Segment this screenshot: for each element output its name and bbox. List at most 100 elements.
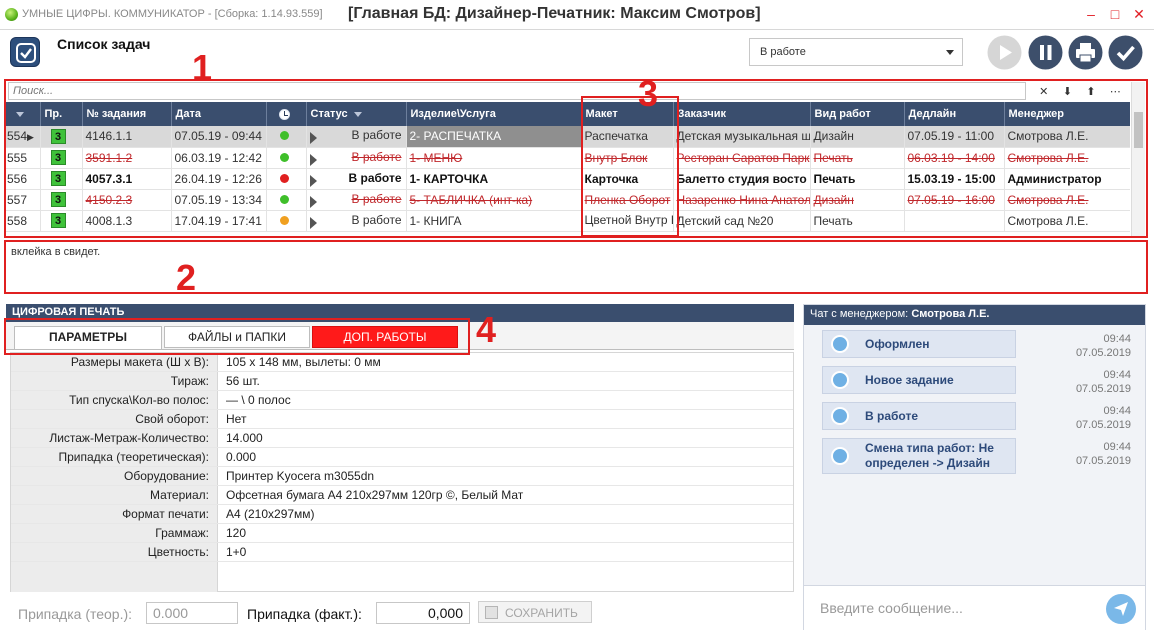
status-cell[interactable]: В работе <box>306 210 407 232</box>
parameter-value: Офсетная бумага А4 210х297мм 120гр ©, Бе… <box>226 488 524 502</box>
annotation-number-2: 2 <box>176 257 197 298</box>
save-label: СОХРАНИТЬ <box>505 606 578 620</box>
work-type-cell: Печать <box>810 168 905 190</box>
parameter-label: Припадка (теоретическая): <box>11 448 218 466</box>
task-number-cell: 4146.1.1 <box>82 126 172 148</box>
task-list-icon[interactable] <box>10 37 40 67</box>
table-row[interactable]: 558 3 4008.1.3 17.04.19 - 17:41 В работе 1- К… <box>6 210 1130 232</box>
fact-input[interactable] <box>376 602 470 624</box>
play-arrow-icon[interactable] <box>309 132 317 145</box>
parameter-label: Оборудование: <box>11 467 218 485</box>
parameter-value: 0.000 <box>226 450 257 464</box>
indicator-cell <box>266 168 307 190</box>
tab-extra-works[interactable]: ДОП. РАБОТЫ <box>312 326 458 348</box>
parameter-row: Цветность: 1+0 <box>11 543 793 562</box>
header-date[interactable]: Дата <box>171 102 267 126</box>
play-arrow-icon[interactable] <box>309 153 317 166</box>
parameter-label: Цветность: <box>11 543 218 561</box>
header-product[interactable]: Изделие\Услуга <box>406 102 582 126</box>
print-button[interactable] <box>1068 35 1103 70</box>
header-customer[interactable]: Заказчик <box>673 102 811 126</box>
row-number: 557 <box>6 189 41 211</box>
play-arrow-icon[interactable] <box>309 195 317 208</box>
product-cell: 5- ТАБЛИЧКА (инт-ка) <box>406 189 582 211</box>
header-manager[interactable]: Менеджер <box>1004 102 1130 126</box>
table-row[interactable]: 555 3 3591.1.2 06.03.19 - 12:42 В работе 1- М… <box>6 147 1130 169</box>
save-button[interactable]: СОХРАНИТЬ <box>478 601 592 623</box>
header-maket[interactable]: Макет <box>581 102 674 126</box>
table-row[interactable]: 557 3 4150.2.3 07.05.19 - 13:34 В работе 5- Т… <box>6 189 1130 211</box>
parameter-row: Граммаж: 120 <box>11 524 793 543</box>
close-button[interactable]: ✕ <box>1130 6 1148 22</box>
play-button[interactable] <box>987 35 1022 70</box>
app-name: УМНЫЕ ЦИФРЫ. КОММУНИКАТОР - [Сборка: 1.1… <box>22 8 323 20</box>
theor-input[interactable] <box>146 602 238 624</box>
header-row-selector[interactable] <box>6 102 41 126</box>
play-arrow-icon[interactable] <box>309 174 317 187</box>
title-bar: УМНЫЕ ЦИФРЫ. КОММУНИКАТОР - [Сборка: 1.1… <box>0 0 1154 30</box>
status-cell[interactable]: В работе <box>306 168 407 190</box>
parameter-row: Тираж: 56 шт. <box>11 372 793 391</box>
search-row: ✕ ⬇ ⬆ ⋯ <box>6 82 1130 100</box>
parameter-label: Свой оборот: <box>11 410 218 428</box>
chat-message-input[interactable]: Введите сообщение... <box>820 600 963 616</box>
send-button[interactable] <box>1106 594 1136 624</box>
minimize-button[interactable]: – <box>1082 6 1100 22</box>
arrow-up-icon[interactable]: ⬆ <box>1086 85 1095 98</box>
product-cell: 2- РАСПЕЧАТКА <box>406 126 582 148</box>
grid-scrollbar[interactable] <box>1131 82 1145 236</box>
row-number-label: 556 <box>7 171 28 186</box>
play-arrow-icon[interactable] <box>309 216 317 229</box>
header-status[interactable]: Статус <box>306 102 407 126</box>
status-dot-icon <box>279 194 289 204</box>
manager-cell: Смотрова Л.Е. <box>1004 210 1130 232</box>
status-cell[interactable]: В работе <box>306 126 407 148</box>
indicator-cell <box>266 147 307 169</box>
tab-files-folders[interactable]: ФАЙЛЫ и ПАПКИ <box>164 326 310 348</box>
maximize-button[interactable]: □ <box>1106 6 1124 22</box>
header-task-number[interactable]: № задания <box>82 102 172 126</box>
indicator-cell <box>266 126 307 148</box>
parameter-label: Тип спуска\Кол-во полос: <box>11 391 218 409</box>
row-number: 558 <box>6 210 41 232</box>
status-cell[interactable]: В работе <box>306 147 407 169</box>
scrollbar-thumb[interactable] <box>1134 112 1143 148</box>
fact-label: Припадка (факт.): <box>247 606 362 622</box>
status-filter-select[interactable]: В работе <box>749 38 963 66</box>
header-work-type[interactable]: Вид работ <box>810 102 905 126</box>
chat-message: Смена типа работ: Не определен -> Дизайн <box>822 438 1016 474</box>
row-number: 556 <box>6 168 41 190</box>
chat-message-text: Новое задание <box>865 372 954 387</box>
row-number-label: 554 <box>7 129 28 144</box>
parameter-label: Листаж-Метраж-Количество: <box>11 429 218 447</box>
clear-icon[interactable]: ✕ <box>1039 85 1048 98</box>
chevron-down-icon <box>16 111 24 117</box>
chat-header: Чат с менеджером: Смотрова Л.Е. <box>804 305 1145 325</box>
header-timer[interactable] <box>266 102 307 126</box>
parameter-label: Формат печати: <box>11 505 218 523</box>
tab-parameters[interactable]: ПАРАМЕТРЫ <box>14 326 162 349</box>
arrow-down-icon[interactable]: ⬇ <box>1063 85 1072 98</box>
send-icon <box>1114 602 1128 616</box>
header-priority[interactable]: Пр. <box>40 102 83 126</box>
date-cell: 07.05.19 - 09:44 <box>171 126 267 148</box>
header-deadline[interactable]: Дедлайн <box>904 102 1005 126</box>
pause-button[interactable] <box>1028 35 1063 70</box>
header-status-label: Статус <box>310 108 348 120</box>
chat-time: 09:44 <box>1103 441 1131 453</box>
complete-button[interactable] <box>1108 35 1143 70</box>
chat-message-text: В работе <box>865 408 918 423</box>
search-input[interactable] <box>8 82 1026 100</box>
date-cell: 06.03.19 - 12:42 <box>171 147 267 169</box>
table-row[interactable]: 554▶ 3 4146.1.1 07.05.19 - 09:44 В работе 2- … <box>6 126 1130 148</box>
parameter-value: Нет <box>226 412 247 426</box>
more-icon[interactable]: ⋯ <box>1110 85 1121 98</box>
parameter-value: А4 (210х297мм) <box>226 507 315 521</box>
priority-badge: 3 <box>50 128 66 144</box>
product-cell: 1- КНИГА <box>406 210 582 232</box>
table-row[interactable]: 556 3 4057.3.1 26.04.19 - 12:26 В работе 1- К… <box>6 168 1130 190</box>
tasks-grid: Пр. № задания Дата Статус Изделие\Услуга… <box>6 102 1130 236</box>
parameter-row: Материал: Офсетная бумага А4 210х297мм 12… <box>11 486 793 505</box>
chat-date: 07.05.2019 <box>1075 383 1131 395</box>
status-cell[interactable]: В работе <box>306 189 407 211</box>
